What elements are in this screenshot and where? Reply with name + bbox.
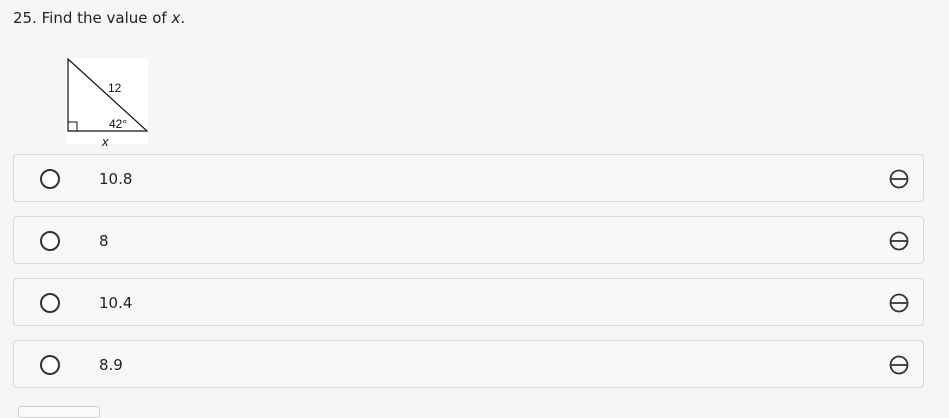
answer-option[interactable]: 8 bbox=[13, 216, 924, 264]
side-x-label: x bbox=[101, 134, 109, 148]
hypotenuse-label: 12 bbox=[108, 81, 122, 95]
partial-button[interactable] bbox=[18, 406, 100, 418]
strikethrough-circle-icon[interactable] bbox=[888, 230, 910, 252]
answer-option[interactable]: 10.4 bbox=[13, 278, 924, 326]
strikethrough-circle-icon[interactable] bbox=[888, 354, 910, 376]
answer-options: 10.8 8 10.4 8.9 bbox=[13, 154, 924, 402]
question-prefix: 25. Find the value of bbox=[13, 9, 172, 27]
option-label: 10.4 bbox=[99, 294, 133, 312]
option-label: 8 bbox=[99, 232, 109, 250]
angle-label: 42° bbox=[109, 117, 127, 131]
option-label: 10.8 bbox=[99, 170, 133, 188]
strikethrough-circle-icon[interactable] bbox=[888, 292, 910, 314]
question-suffix: . bbox=[180, 9, 186, 27]
answer-option[interactable]: 10.8 bbox=[13, 154, 924, 202]
triangle-figure: 12 42° x bbox=[60, 56, 148, 148]
strikethrough-circle-icon[interactable] bbox=[888, 168, 910, 190]
radio-button-icon[interactable] bbox=[40, 293, 60, 313]
answer-option[interactable]: 8.9 bbox=[13, 340, 924, 388]
radio-button-icon[interactable] bbox=[40, 355, 60, 375]
option-label: 8.9 bbox=[99, 356, 123, 374]
right-triangle-diagram: 12 42° x bbox=[66, 57, 148, 148]
question-text: 25. Find the value of x. bbox=[13, 8, 185, 28]
radio-button-icon[interactable] bbox=[40, 231, 60, 251]
radio-button-icon[interactable] bbox=[40, 169, 60, 189]
